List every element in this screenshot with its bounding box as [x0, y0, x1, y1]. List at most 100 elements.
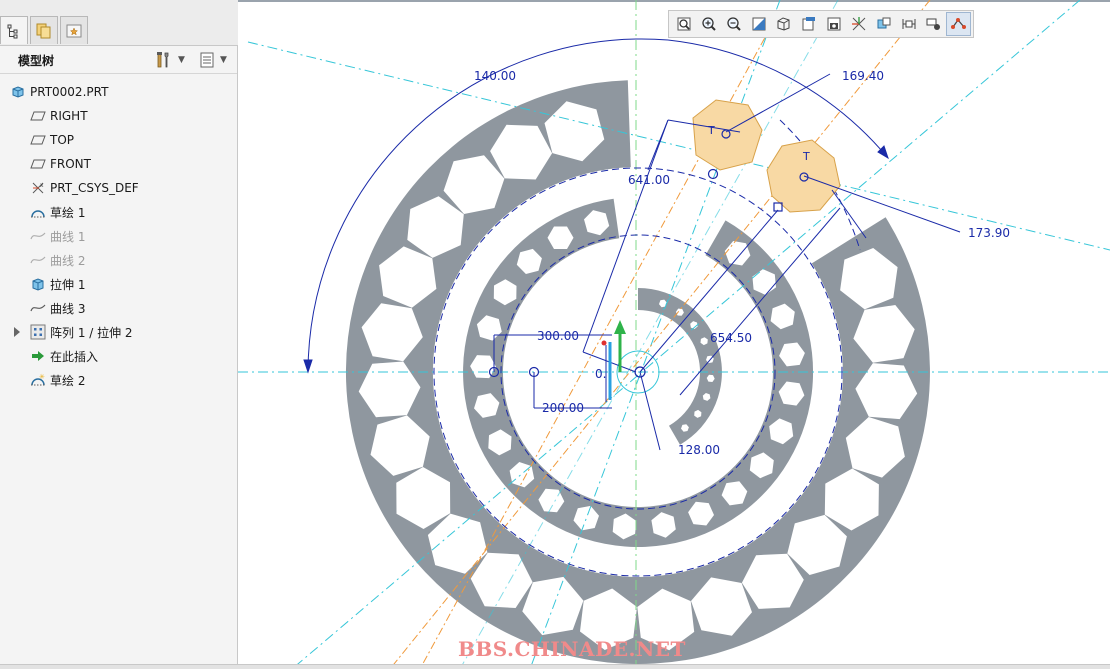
tree-item-label: 曲线 3	[50, 301, 86, 316]
chevron-down-icon: ▼	[178, 55, 185, 65]
svg-text:✳: ✳	[39, 373, 45, 381]
highlighted-hexagons	[692, 99, 841, 213]
dimension-169[interactable]: 169.40	[842, 69, 884, 83]
dimension-display-icon	[902, 19, 915, 29]
centerlines	[238, 0, 1110, 669]
tree-item[interactable]: 曲线 3	[0, 296, 237, 320]
vertex-display-icon	[950, 18, 966, 29]
repaint-icon	[752, 17, 765, 31]
tree-item-label: PRT_CSYS_DEF	[50, 181, 139, 195]
tree-settings-button[interactable]: ▼	[154, 50, 185, 70]
saved-views-button[interactable]	[796, 12, 821, 36]
datum-display-icon	[851, 17, 865, 31]
zoom-in-icon	[701, 17, 716, 31]
dimension-654[interactable]: 654.50	[710, 331, 752, 345]
tree-item[interactable]: ✳ 草绘 2	[0, 368, 237, 392]
tree-item[interactable]: 在此插入	[0, 344, 237, 368]
tree-item[interactable]: 曲线 2	[0, 248, 237, 272]
chevron-down-icon: ▼	[220, 55, 227, 65]
dimension-140[interactable]: 140.00	[474, 69, 516, 83]
display-style-button[interactable]	[771, 12, 796, 36]
repaint-button[interactable]	[746, 12, 771, 36]
constraint-label-tangent: T	[707, 124, 715, 137]
tree-item[interactable]: 草绘 1	[0, 200, 237, 224]
vertex-display-button[interactable]	[946, 12, 971, 36]
saved-views-icon	[802, 17, 815, 31]
refit-icon	[677, 17, 690, 31]
tree-item-label: 草绘 1	[50, 205, 86, 220]
tree-list-icon	[200, 52, 214, 68]
annotation-display-button[interactable]	[871, 12, 896, 36]
cad-viewport[interactable]: T T 140.00 169.40 641.00 173.90 300.00 6…	[238, 0, 1110, 669]
extrude-icon	[30, 276, 46, 292]
tree-show-button[interactable]: ▼	[198, 50, 227, 70]
tree-item[interactable]: 曲线 1	[0, 224, 237, 248]
status-bar	[0, 664, 1110, 669]
model-tree-panel: 模型树 ▼ ▼ PRT0002.PRT RIGHT TOP FRONT x PRT_CSY…	[0, 0, 238, 669]
folder-browser-tab-icon	[36, 23, 51, 38]
svg-text:x: x	[40, 182, 44, 189]
zoom-out-button[interactable]	[721, 12, 746, 36]
watermark-text: BBS.CHINADE.NET	[458, 637, 686, 661]
curve-icon	[30, 228, 46, 244]
panel-tabs	[0, 0, 238, 46]
zoom-in-button[interactable]	[696, 12, 721, 36]
tree-item-label: 阵列 1 / 拉伸 2	[50, 325, 133, 340]
favorites-tab[interactable]	[60, 16, 88, 44]
pattern-icon	[30, 324, 46, 340]
part-icon	[10, 84, 26, 100]
model-tree: PRT0002.PRT RIGHT TOP FRONT x PRT_CSYS_DEF 草绘 …	[0, 80, 237, 392]
model-tree-tab[interactable]	[0, 16, 28, 44]
folder-browser-tab[interactable]	[30, 16, 58, 44]
dimension-0[interactable]: 0.	[595, 367, 606, 381]
expand-arrow-icon[interactable]	[14, 327, 20, 337]
dimension-641[interactable]: 641.00	[628, 173, 670, 187]
refit-button[interactable]	[671, 12, 696, 36]
view-manager-button[interactable]	[821, 12, 846, 36]
tree-item-label: TOP	[50, 133, 75, 147]
constraint-display-button[interactable]	[921, 12, 946, 36]
tools-icon	[157, 52, 169, 68]
tree-item[interactable]: 阵列 1 / 拉伸 2	[0, 320, 237, 344]
model-tree-tab-icon	[7, 24, 18, 38]
datum-plane-icon	[30, 156, 46, 172]
tree-item[interactable]: RIGHT	[0, 104, 237, 128]
tree-item-label: 曲线 1	[50, 229, 86, 244]
constraint-label-tangent: T	[802, 150, 810, 163]
view-toolbar	[668, 10, 974, 38]
tree-item-label: RIGHT	[50, 109, 88, 123]
datum-plane-icon	[30, 132, 46, 148]
tree-item[interactable]: TOP	[0, 128, 237, 152]
annotation-display-icon	[877, 17, 890, 29]
curve-icon	[30, 300, 46, 316]
tree-item[interactable]: PRT0002.PRT	[0, 80, 237, 104]
tree-item[interactable]: 拉伸 1	[0, 272, 237, 296]
sketch-icon	[30, 204, 46, 220]
dimension-128[interactable]: 128.00	[678, 443, 720, 457]
display-style-icon	[777, 17, 789, 31]
tree-item[interactable]: x PRT_CSYS_DEF	[0, 176, 237, 200]
graphics-window[interactable]: T T 140.00 169.40 641.00 173.90 300.00 6…	[238, 0, 1110, 669]
tree-item-label: 拉伸 1	[50, 277, 86, 292]
view-manager-icon	[827, 17, 840, 31]
datum-display-button[interactable]	[846, 12, 871, 36]
tree-item[interactable]: FRONT	[0, 152, 237, 176]
zoom-out-icon	[726, 17, 741, 31]
insert-here-icon	[30, 348, 46, 364]
csys-icon: x	[30, 180, 46, 196]
dimension-display-button[interactable]	[896, 12, 921, 36]
sketch-new-icon: ✳	[30, 372, 46, 388]
tree-item-label: 曲线 2	[50, 253, 86, 268]
tree-item-label: 在此插入	[50, 349, 99, 364]
curve-icon	[30, 252, 46, 268]
constraint-display-icon	[926, 18, 940, 30]
tree-title: 模型树	[18, 54, 55, 68]
dimension-173[interactable]: 173.90	[968, 226, 1010, 240]
dimension-200[interactable]: 200.00	[542, 401, 584, 415]
dimension-300[interactable]: 300.00	[537, 329, 579, 343]
tree-item-label: 草绘 2	[50, 373, 86, 388]
tree-header: 模型树 ▼ ▼	[0, 46, 237, 74]
datum-plane-icon	[30, 108, 46, 124]
favorites-tab-icon	[66, 24, 82, 37]
tree-item-label: FRONT	[50, 157, 91, 171]
